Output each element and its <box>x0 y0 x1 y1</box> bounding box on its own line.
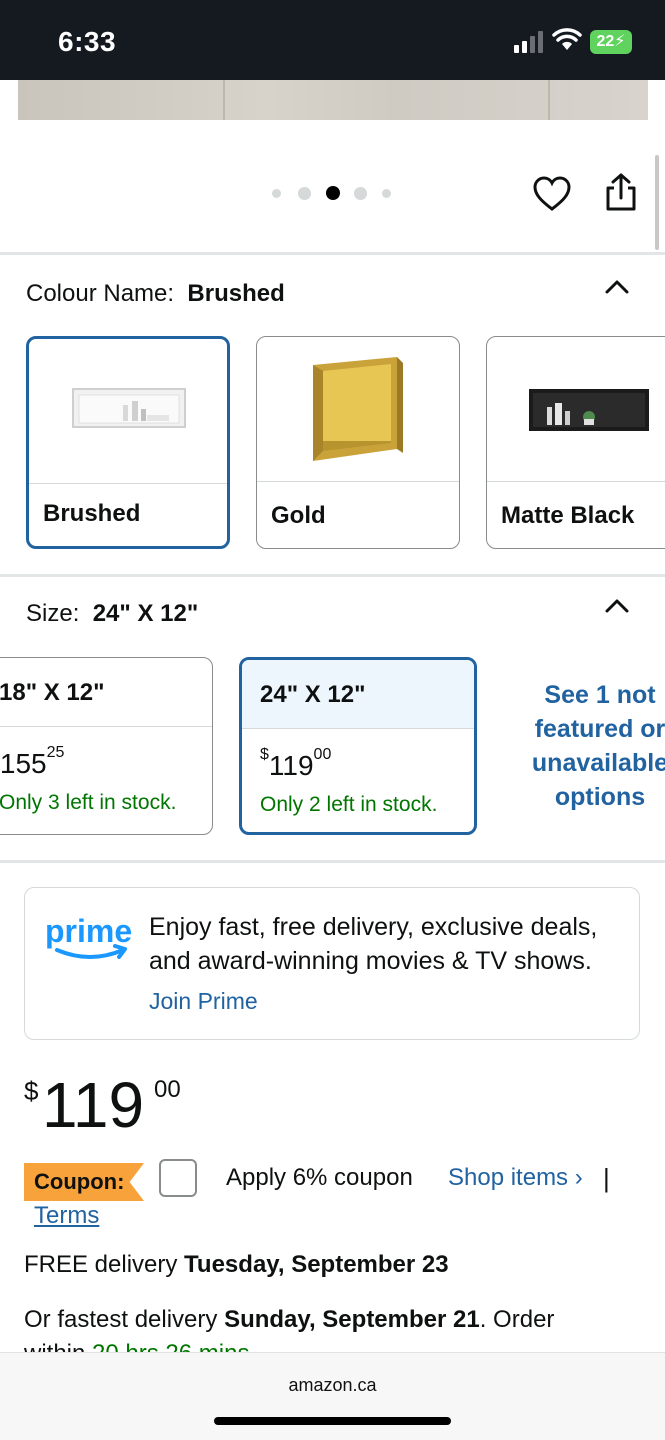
home-indicator[interactable] <box>214 1417 451 1425</box>
swatch-label: Gold <box>271 502 326 529</box>
share-icon[interactable] <box>602 172 640 212</box>
swatch-image-gold <box>257 337 459 482</box>
colour-option-gold[interactable]: Gold <box>256 336 460 549</box>
price-whole: 155 <box>0 748 47 779</box>
price-currency: $ <box>260 746 269 763</box>
price-whole: 119 <box>268 750 314 781</box>
gallery-dot[interactable] <box>354 187 367 200</box>
size-label-text: Size: <box>26 600 80 627</box>
size-label: Size: 24" X 12" <box>26 600 198 628</box>
size-selected-value: 24" X 12" <box>92 600 199 627</box>
fastest-delivery-suffix: . Order <box>479 1306 555 1333</box>
price-fraction: 00 <box>154 1076 181 1103</box>
colour-selected-value: Brushed <box>187 280 285 307</box>
status-time: 6:33 <box>58 26 117 57</box>
terms-link[interactable]: Terms <box>34 1202 99 1230</box>
size-option-stock: Only 3 left in stock. <box>0 791 177 814</box>
heart-icon[interactable] <box>532 176 572 212</box>
prime-logo-text: prime <box>45 913 132 949</box>
size-option-stock: Only 2 left in stock. <box>260 793 438 816</box>
free-delivery-prefix: FREE delivery <box>24 1251 185 1278</box>
apply-coupon-checkbox[interactable] <box>159 1159 197 1197</box>
prime-description: Enjoy fast, free delivery, exclusive dea… <box>149 913 598 975</box>
battery-level: 22 <box>596 33 615 50</box>
fastest-delivery-prefix: Or fastest delivery <box>24 1306 225 1333</box>
prime-promo: prime Enjoy fast, free delivery, exclusi… <box>24 887 640 1040</box>
swatch-label: Brushed <box>43 500 141 527</box>
size-option-price: $15525 <box>0 744 64 780</box>
price-fraction: 00 <box>313 746 332 763</box>
price-whole: 119 <box>42 1069 145 1141</box>
url-bar[interactable]: amazon.ca <box>0 1375 665 1396</box>
free-delivery-info: FREE delivery Tuesday, September 23 <box>24 1251 449 1279</box>
size-option-label: 24" X 12" <box>242 660 474 729</box>
cellular-signal-icon <box>514 31 546 53</box>
price-fraction: 25 <box>46 744 65 761</box>
wifi-icon <box>552 28 582 50</box>
colour-option-brushed[interactable]: Brushed <box>26 336 230 549</box>
swatch-image-matte-black <box>487 337 665 482</box>
see-unavailable-options-link[interactable]: See 1 not featured or unavailable option… <box>520 678 665 814</box>
browser-bottom-bar: amazon.ca <box>0 1352 665 1440</box>
prime-logo-icon: prime <box>45 913 132 959</box>
swatch-image-brushed <box>29 339 227 484</box>
fastest-delivery-info: Or fastest delivery Sunday, September 21… <box>24 1306 554 1334</box>
gallery-dot[interactable] <box>382 189 391 198</box>
colour-label-text: Colour Name: <box>26 280 175 307</box>
size-option-24x12[interactable]: 24" X 12" $11900 Only 2 left in stock. <box>239 657 477 835</box>
size-option-18x12[interactable]: 18" X 12" $15525 Only 3 left in stock. <box>0 657 213 835</box>
scrollbar[interactable] <box>655 155 659 250</box>
battery-icon: 22⚡ <box>590 30 632 54</box>
price-currency: $ <box>24 1076 39 1106</box>
join-prime-link[interactable]: Join Prime <box>149 988 258 1015</box>
fastest-delivery-date: Sunday, September 21 <box>224 1306 480 1333</box>
chevron-up-icon[interactable] <box>604 279 630 295</box>
product-image[interactable] <box>18 80 648 120</box>
gallery-dot[interactable] <box>298 187 311 200</box>
apply-coupon-label[interactable]: Apply 6% coupon <box>226 1164 413 1192</box>
colour-label: Colour Name: Brushed <box>26 280 285 308</box>
colour-option-matte-black[interactable]: Matte Black <box>486 336 665 549</box>
size-option-label: 18" X 12" <box>0 658 212 727</box>
coupon-badge: Coupon: <box>24 1163 144 1201</box>
gallery-dot[interactable] <box>272 189 281 198</box>
swatch-label: Matte Black <box>501 502 635 529</box>
size-option-price: $11900 <box>260 746 331 782</box>
status-bar: 6:33 22⚡ <box>0 0 665 80</box>
separator: | <box>603 1163 610 1193</box>
chevron-up-icon[interactable] <box>604 598 630 614</box>
gallery-dot-active[interactable] <box>326 186 340 200</box>
shop-items-link[interactable]: Shop items › <box>448 1164 583 1192</box>
free-delivery-date: Tuesday, September 23 <box>184 1251 449 1278</box>
